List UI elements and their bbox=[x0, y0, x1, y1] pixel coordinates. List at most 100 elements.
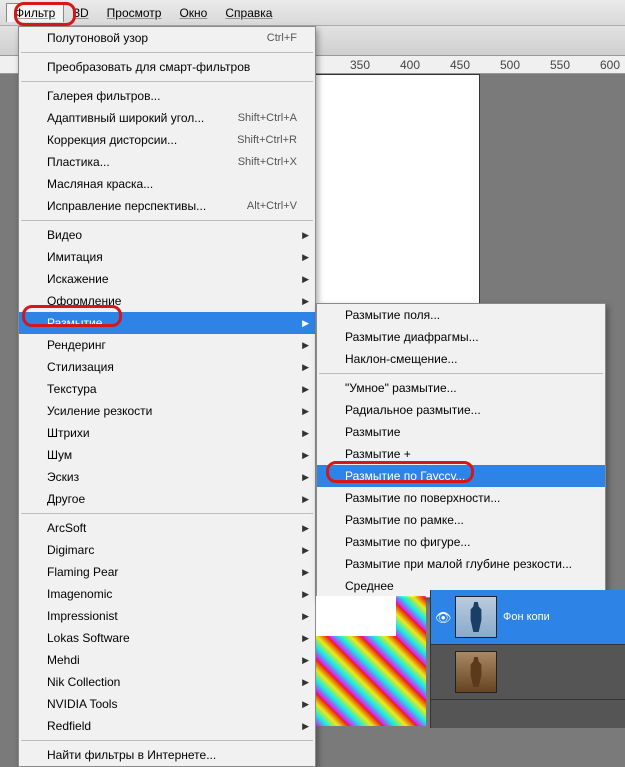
menu-arcsoft[interactable]: ArcSoft ▶ bbox=[19, 517, 315, 539]
menu-mehdi[interactable]: Mehdi▶ bbox=[19, 649, 315, 671]
ruler-tick: 350 bbox=[350, 58, 370, 72]
menu-sharpen[interactable]: Усиление резкости ▶ bbox=[19, 400, 315, 422]
chevron-right-icon: ▶ bbox=[302, 296, 309, 307]
submenu-blur[interactable]: Размытие bbox=[317, 421, 605, 443]
menu-filter[interactable]: Фильтр bbox=[6, 3, 64, 22]
menu-nvidia[interactable]: NVIDIA Tools▶ bbox=[19, 693, 315, 715]
separator bbox=[21, 52, 313, 53]
menu-window[interactable]: Окно bbox=[170, 3, 216, 23]
thumbnail-content bbox=[467, 602, 485, 632]
menu-label: Наклон-смещение... bbox=[345, 352, 458, 366]
chevron-right-icon: ▶ bbox=[302, 406, 309, 417]
menu-label: Impressionist bbox=[47, 609, 118, 623]
menu-strokes[interactable]: Штрихи▶ bbox=[19, 422, 315, 444]
menu-video[interactable]: Видео▶ bbox=[19, 224, 315, 246]
menu-label: Imagenomic bbox=[47, 587, 112, 601]
menu-nik[interactable]: Nik Collection ▶ bbox=[19, 671, 315, 693]
menu-noise[interactable]: Шум▶ bbox=[19, 444, 315, 466]
ruler-tick: 600 bbox=[600, 58, 620, 72]
menu-label: Адаптивный широкий угол... bbox=[47, 111, 204, 125]
chevron-right-icon: ▶ bbox=[302, 450, 309, 461]
menu-texture[interactable]: Текстура▶ bbox=[19, 378, 315, 400]
submenu-tilt-shift[interactable]: Наклон-смещение... bbox=[317, 348, 605, 370]
submenu-gaussian-blur[interactable]: Размытие по Гауссу... bbox=[317, 465, 605, 487]
menu-label: Коррекция дисторсии... bbox=[47, 133, 177, 147]
menu-adaptive-wide[interactable]: Адаптивный широкий угол... Shift+Ctrl+A bbox=[19, 107, 315, 129]
chevron-right-icon: ▶ bbox=[302, 274, 309, 285]
menu-other[interactable]: Другое▶ bbox=[19, 488, 315, 510]
submenu-radial-blur[interactable]: Радиальное размытие... bbox=[317, 399, 605, 421]
menu-blur[interactable]: Размытие▶ bbox=[19, 312, 315, 334]
menu-oil-paint[interactable]: Масляная краска... bbox=[19, 173, 315, 195]
menu-label: Digimarc bbox=[47, 543, 94, 557]
menu-browse-filters[interactable]: Найти фильтры в Интернете... bbox=[19, 744, 315, 766]
menu-label: Среднее bbox=[345, 579, 394, 593]
menu-label: Пластика... bbox=[47, 155, 110, 169]
menu-lens-correction[interactable]: Коррекция дисторсии... Shift+Ctrl+R bbox=[19, 129, 315, 151]
separator bbox=[319, 373, 603, 374]
menu-label: NVIDIA Tools bbox=[47, 697, 117, 711]
submenu-iris-blur[interactable]: Размытие диафрагмы... bbox=[317, 326, 605, 348]
menu-distort[interactable]: Искажение ▶ bbox=[19, 268, 315, 290]
visibility-icon[interactable] bbox=[435, 665, 449, 679]
submenu-box-blur[interactable]: Размытие по рамке... bbox=[317, 509, 605, 531]
visibility-icon[interactable]: 👁 bbox=[435, 610, 449, 624]
menu-stylize-top[interactable]: Оформление ▶ bbox=[19, 290, 315, 312]
menu-label: Оформление bbox=[47, 294, 121, 308]
menu-sketch[interactable]: Эскиз▶ bbox=[19, 466, 315, 488]
menu-label: Усиление резкости bbox=[47, 404, 152, 418]
menu-last-filter[interactable]: Полутоновой узор Ctrl+F bbox=[19, 27, 315, 49]
menu-label: Размытие при малой глубине резкости... bbox=[345, 557, 572, 571]
menu-label: Искажение bbox=[47, 272, 109, 286]
submenu-lens-blur[interactable]: Размытие при малой глубине резкости... bbox=[317, 553, 605, 575]
menubar: Фильтр 3D Просмотр Окно Справка bbox=[0, 0, 625, 26]
menu-label: Найти фильтры в Интернете... bbox=[47, 748, 216, 762]
menu-help[interactable]: Справка bbox=[216, 3, 281, 23]
submenu-smart-blur[interactable]: "Умное" размытие... bbox=[317, 377, 605, 399]
layer-thumbnail[interactable] bbox=[455, 596, 497, 638]
chevron-right-icon: ▶ bbox=[302, 633, 309, 644]
menu-lokas[interactable]: Lokas Software▶ bbox=[19, 627, 315, 649]
chevron-right-icon: ▶ bbox=[302, 545, 309, 556]
menu-redfield[interactable]: Redfield▶ bbox=[19, 715, 315, 737]
chevron-right-icon: ▶ bbox=[302, 677, 309, 688]
menu-smart-filters[interactable]: Преобразовать для смарт-фильтров bbox=[19, 56, 315, 78]
submenu-field-blur[interactable]: Размытие поля... bbox=[317, 304, 605, 326]
separator bbox=[21, 220, 313, 221]
menu-flaming-pear[interactable]: Flaming Pear▶ bbox=[19, 561, 315, 583]
menu-liquify[interactable]: Пластика... Shift+Ctrl+X bbox=[19, 151, 315, 173]
menu-label: Текстура bbox=[47, 382, 97, 396]
layer-row[interactable] bbox=[431, 645, 625, 700]
menu-label: ArcSoft bbox=[47, 521, 86, 535]
menu-label: Штрихи bbox=[47, 426, 90, 440]
menu-3d[interactable]: 3D bbox=[64, 3, 97, 23]
menu-label: Стилизация bbox=[47, 360, 114, 374]
menu-label: Размытие по фигуре... bbox=[345, 535, 470, 549]
menu-label: Видео bbox=[47, 228, 82, 242]
submenu-blur-more[interactable]: Размытие + bbox=[317, 443, 605, 465]
canvas[interactable] bbox=[300, 74, 480, 304]
chevron-right-icon: ▶ bbox=[302, 340, 309, 351]
menu-label: Nik Collection bbox=[47, 675, 120, 689]
menu-impressionist[interactable]: Impressionist▶ bbox=[19, 605, 315, 627]
submenu-surface-blur[interactable]: Размытие по поверхности... bbox=[317, 487, 605, 509]
chevron-right-icon: ▶ bbox=[302, 523, 309, 534]
submenu-shape-blur[interactable]: Размытие по фигуре... bbox=[317, 531, 605, 553]
menu-render[interactable]: Рендеринг▶ bbox=[19, 334, 315, 356]
shortcut: Shift+Ctrl+X bbox=[238, 156, 297, 168]
menu-vanishing-point[interactable]: Исправление перспективы... Alt+Ctrl+V bbox=[19, 195, 315, 217]
menu-digimarc[interactable]: Digimarc ▶ bbox=[19, 539, 315, 561]
separator bbox=[21, 81, 313, 82]
menu-view[interactable]: Просмотр bbox=[98, 3, 171, 23]
menu-imagenomic[interactable]: Imagenomic ▶ bbox=[19, 583, 315, 605]
chevron-right-icon: ▶ bbox=[302, 589, 309, 600]
canvas-content bbox=[316, 596, 396, 636]
layer-row[interactable]: 👁 Фон копи bbox=[431, 590, 625, 645]
ruler-tick: 550 bbox=[550, 58, 570, 72]
menu-stylize[interactable]: Стилизация▶ bbox=[19, 356, 315, 378]
layer-thumbnail[interactable] bbox=[455, 651, 497, 693]
menu-imitation[interactable]: Имитация▶ bbox=[19, 246, 315, 268]
shortcut: Shift+Ctrl+R bbox=[237, 134, 297, 146]
layer-name[interactable]: Фон копи bbox=[503, 611, 621, 623]
menu-filter-gallery[interactable]: Галерея фильтров... bbox=[19, 85, 315, 107]
